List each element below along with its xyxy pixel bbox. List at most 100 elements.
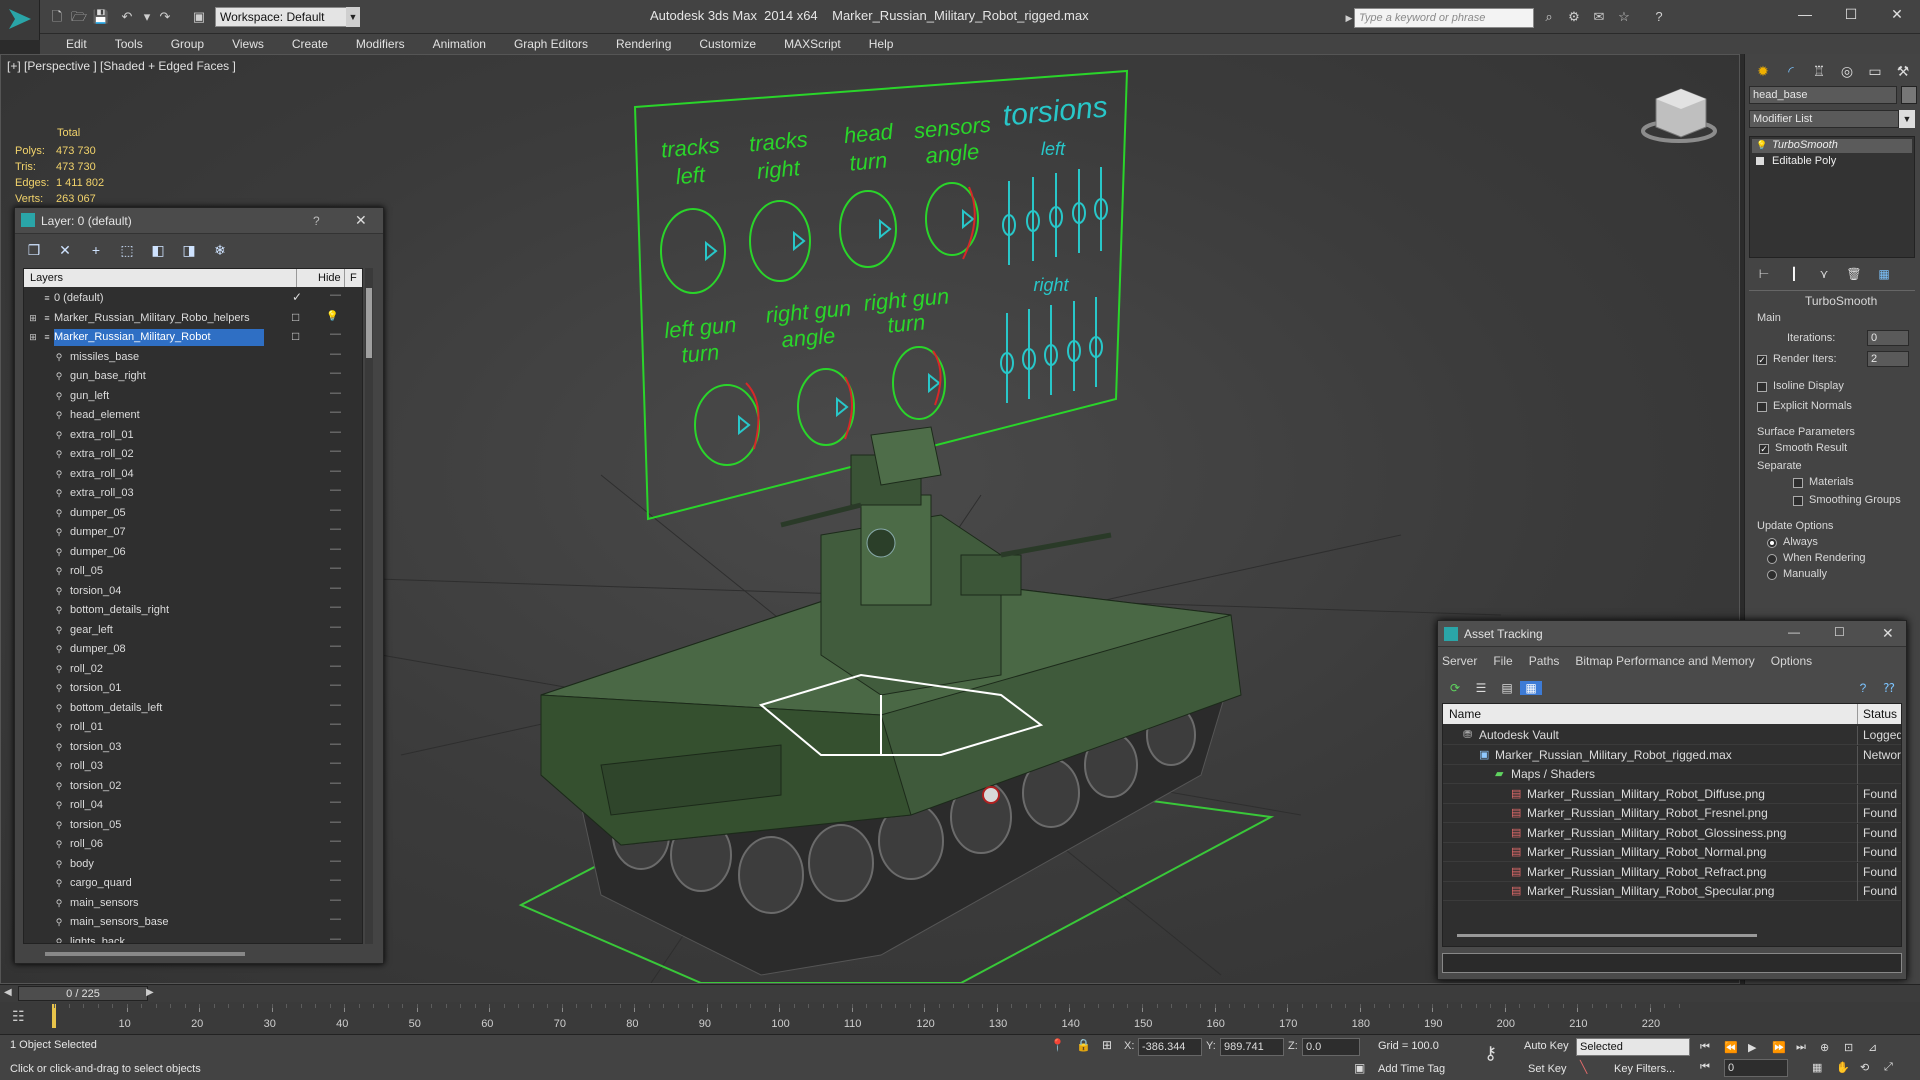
asset-row[interactable]: ▤ Marker_Russian_Military_Robot_Normal.pn… bbox=[1443, 843, 1901, 862]
hide-toggle[interactable]: — bbox=[330, 777, 341, 789]
object-row[interactable]: ⚲ roll_03 — bbox=[24, 757, 362, 776]
object-row[interactable]: ⚲ main_sensors_base — bbox=[24, 913, 362, 932]
render-iters-spinner[interactable]: 2 bbox=[1867, 351, 1909, 367]
layer-name[interactable]: 0 (default) bbox=[54, 290, 284, 307]
highlight-layers-icon[interactable]: ◧ bbox=[147, 239, 169, 261]
maximize-icon[interactable]: ☐ bbox=[1836, 6, 1866, 26]
pin-icon[interactable]: 📍 bbox=[1050, 1038, 1065, 1052]
hide-all-icon[interactable]: ◨ bbox=[178, 239, 200, 261]
orbit-icon[interactable]: ⟲ bbox=[1860, 1061, 1884, 1074]
object-row[interactable]: ⚲ main_sensors — bbox=[24, 894, 362, 913]
materials-checkbox[interactable] bbox=[1793, 478, 1803, 488]
object-row[interactable]: ⚲ roll_06 — bbox=[24, 835, 362, 854]
help-icon[interactable]: ? bbox=[1850, 681, 1876, 695]
robot-model[interactable] bbox=[540, 426, 1242, 976]
prev-key-icon[interactable]: ⏪ bbox=[1724, 1041, 1748, 1054]
asset-name[interactable]: Marker_Russian_Military_Robot_rigged.max bbox=[1495, 748, 1732, 762]
search-input[interactable]: Type a keyword or phrase bbox=[1354, 8, 1534, 28]
asset-row[interactable]: ▤ Marker_Russian_Military_Robot_Diffuse.p… bbox=[1443, 784, 1901, 804]
hide-toggle[interactable]: — bbox=[330, 855, 341, 867]
detail-view-icon[interactable]: ▤ bbox=[1494, 681, 1520, 695]
hide-toggle[interactable]: — bbox=[330, 543, 341, 555]
lock-selection-icon[interactable]: 🔒 bbox=[1076, 1038, 1091, 1052]
layer-window-titlebar[interactable]: Layer: 0 (default) ? ✕ bbox=[15, 208, 383, 234]
pin-stack-icon[interactable]: ⊢ bbox=[1749, 267, 1779, 281]
col-status[interactable]: Status bbox=[1863, 707, 1897, 721]
object-name[interactable]: extra_roll_02 bbox=[70, 446, 138, 463]
asset-menu-options[interactable]: Options bbox=[1771, 654, 1812, 668]
smooth-result-checkbox[interactable]: ✓ bbox=[1759, 444, 1769, 454]
object-row[interactable]: ⚲ dumper_05 — bbox=[24, 504, 362, 523]
render-iters-checkbox[interactable]: ✓ bbox=[1757, 355, 1767, 365]
set-key-button[interactable]: Set Key bbox=[1528, 1063, 1567, 1075]
menu-group[interactable]: Group bbox=[157, 34, 218, 54]
lightbulb-icon[interactable]: 💡 bbox=[1756, 140, 1767, 151]
object-name[interactable]: roll_01 bbox=[70, 719, 107, 736]
layer-name[interactable]: Marker_Russian_Military_Robot bbox=[54, 329, 264, 346]
object-name[interactable]: roll_05 bbox=[70, 563, 107, 580]
z-coordinate-field[interactable]: 0.0 bbox=[1302, 1038, 1360, 1056]
asset-row[interactable]: ▤ Marker_Russian_Military_Robot_Fresnel.p… bbox=[1443, 804, 1901, 823]
object-name[interactable]: dumper_07 bbox=[70, 524, 130, 541]
time-slider[interactable]: ◀ 0 / 225 ▶ bbox=[0, 984, 1920, 1002]
transform-mode-icon[interactable]: ⊞ bbox=[1102, 1038, 1112, 1052]
hide-toggle[interactable]: — bbox=[330, 933, 341, 944]
object-row[interactable]: ⚲ gear_left — bbox=[24, 621, 362, 640]
menu-graph-editors[interactable]: Graph Editors bbox=[500, 34, 602, 54]
go-to-end-icon[interactable]: ⏭ bbox=[1796, 1041, 1820, 1054]
maximize-icon[interactable]: ☐ bbox=[1834, 625, 1845, 639]
zoom-extents-icon[interactable]: ⊡ bbox=[1844, 1041, 1868, 1054]
asset-tracking-window[interactable]: Asset Tracking — ☐ ✕ Server File Paths B… bbox=[1437, 620, 1907, 980]
object-name[interactable]: bottom_details_right bbox=[70, 602, 173, 619]
object-row[interactable]: ⚲ extra_roll_03 — bbox=[24, 484, 362, 503]
close-icon[interactable]: ✕ bbox=[1882, 6, 1912, 26]
asset-name[interactable]: Marker_Russian_Military_Robot_Glossiness… bbox=[1527, 826, 1786, 840]
col-freeze[interactable]: F bbox=[350, 272, 357, 284]
asset-table[interactable]: Name Status ⛃ Autodesk Vault Logged ▣ Marker… bbox=[1442, 703, 1902, 947]
asset-name[interactable]: Autodesk Vault bbox=[1479, 728, 1559, 742]
asset-name[interactable]: Marker_Russian_Military_Robot_Diffuse.pn… bbox=[1527, 787, 1765, 801]
iterations-spinner[interactable]: 0 bbox=[1867, 330, 1909, 346]
object-row[interactable]: ⚲ torsion_03 — bbox=[24, 738, 362, 757]
zoom-icon[interactable]: ⊕ bbox=[1820, 1041, 1844, 1054]
asset-row[interactable]: ▤ Marker_Russian_Military_Robot_Specular.… bbox=[1443, 882, 1901, 901]
display-tab-icon[interactable]: ▭ bbox=[1861, 63, 1889, 80]
layer-hscroll[interactable] bbox=[45, 952, 245, 956]
object-row[interactable]: ⚲ bottom_details_left — bbox=[24, 699, 362, 718]
hide-toggle[interactable]: — bbox=[330, 640, 341, 652]
object-row[interactable]: ⚲ gun_base_right — bbox=[24, 367, 362, 386]
object-name[interactable]: lights_back bbox=[70, 934, 129, 944]
time-slider-thumb[interactable]: 0 / 225 bbox=[18, 986, 148, 1001]
when-rendering-radio[interactable] bbox=[1767, 554, 1777, 564]
utilities-tab-icon[interactable]: ⚒ bbox=[1889, 63, 1917, 80]
hide-toggle[interactable]: — bbox=[330, 367, 341, 379]
hide-toggle[interactable]: — bbox=[330, 348, 341, 360]
hide-toggle[interactable]: — bbox=[330, 816, 341, 828]
object-name[interactable]: main_sensors bbox=[70, 895, 142, 912]
menu-modifiers[interactable]: Modifiers bbox=[342, 34, 419, 54]
modifier-stack[interactable]: TurboSmooth 💡 Editable Poly bbox=[1749, 136, 1915, 258]
menu-rendering[interactable]: Rendering bbox=[602, 34, 685, 54]
asset-name[interactable]: Maps / Shaders bbox=[1511, 767, 1595, 781]
hide-toggle[interactable]: — bbox=[330, 523, 341, 535]
object-name[interactable]: dumper_05 bbox=[70, 505, 130, 522]
object-name[interactable]: torsion_05 bbox=[70, 817, 125, 834]
stack-item-editable-poly[interactable]: Editable Poly bbox=[1752, 155, 1912, 169]
object-name[interactable]: main_sensors_base bbox=[70, 914, 172, 931]
explicit-normals-checkbox[interactable] bbox=[1757, 402, 1767, 412]
select-objects-icon[interactable]: ⬚ bbox=[116, 239, 138, 261]
maximize-viewport-icon[interactable]: ⤢ bbox=[1884, 1061, 1908, 1074]
next-frame-icon[interactable]: ▶ bbox=[146, 987, 154, 998]
hide-toggle[interactable]: — bbox=[330, 621, 341, 633]
hide-toggle[interactable]: — bbox=[330, 387, 341, 399]
list-view-icon[interactable]: ☰ bbox=[1468, 681, 1494, 695]
hide-toggle[interactable]: — bbox=[330, 699, 341, 711]
project-folder-icon[interactable]: ▣ bbox=[190, 8, 208, 26]
hide-toggle[interactable]: — bbox=[330, 913, 341, 925]
object-name[interactable]: torsion_01 bbox=[70, 680, 125, 697]
asset-path-input[interactable] bbox=[1442, 953, 1902, 973]
object-row[interactable]: ⚲ gun_left — bbox=[24, 387, 362, 406]
app-logo[interactable] bbox=[0, 0, 40, 40]
y-coordinate-field[interactable]: 989.741 bbox=[1220, 1038, 1284, 1056]
object-row[interactable]: ⚲ dumper_06 — bbox=[24, 543, 362, 562]
